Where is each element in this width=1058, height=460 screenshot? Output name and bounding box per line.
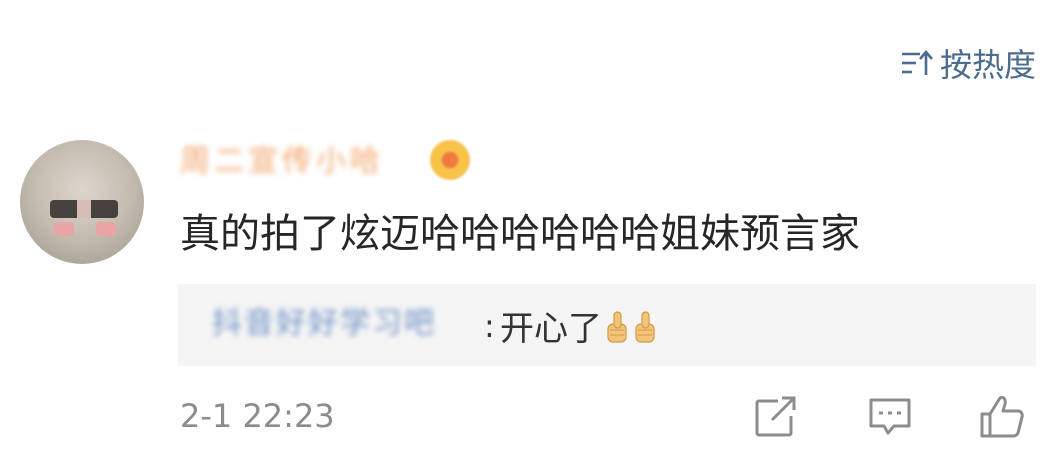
share-icon[interactable] [752, 392, 800, 440]
comment-timestamp: 2-1 22:23 [180, 397, 335, 435]
reply-author[interactable]: 抖音好好学习吧 [212, 306, 436, 342]
sort-by-popularity-button[interactable]: 按热度 [900, 40, 1036, 86]
comment-text: 真的拍了炫迈哈哈哈哈哈哈姐妹预言家 [180, 211, 860, 257]
reply-text: 开心了 [500, 308, 658, 347]
reply-separator: : [484, 307, 495, 345]
avatar[interactable] [20, 140, 144, 264]
thumbs-up-emoji-icon [604, 308, 630, 344]
comment-icon[interactable] [866, 392, 914, 440]
sort-arrow-icon [900, 47, 934, 79]
reply-text-content: 开心了 [500, 309, 602, 349]
sort-label: 按热度 [939, 46, 1036, 84]
thumbs-up-emoji-icon [632, 308, 658, 344]
comment-username[interactable]: 周二宣传小哈 [180, 145, 384, 179]
vip-badge-icon [430, 140, 470, 180]
reply-preview[interactable]: 抖音好好学习吧 : 开心了 [178, 284, 1036, 366]
thumbs-up-icon[interactable] [978, 392, 1026, 440]
